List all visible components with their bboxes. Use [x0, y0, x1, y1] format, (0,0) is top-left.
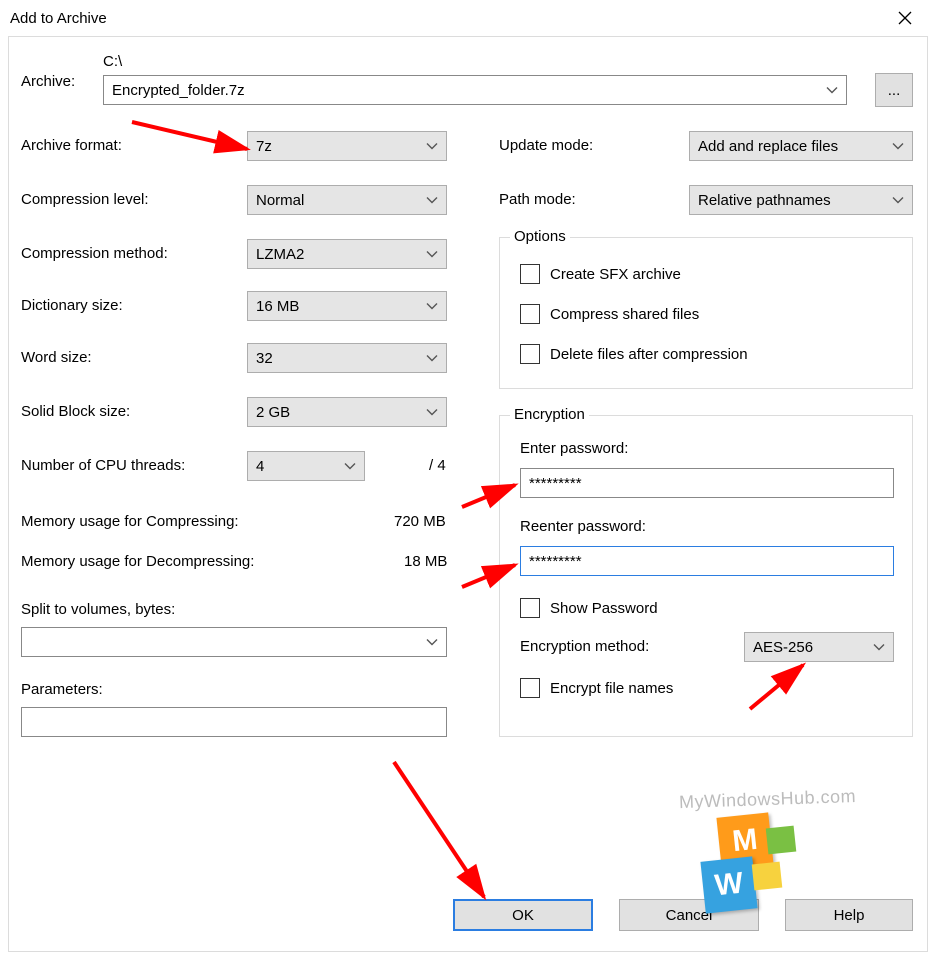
format-label: Archive format: — [21, 137, 122, 154]
encryption-method-value: AES-256 — [753, 639, 813, 656]
watermark-text: MyWindowsHub.com — [679, 786, 857, 813]
show-password-label: Show Password — [550, 600, 658, 617]
format-value: 7z — [256, 138, 272, 155]
cpu-value: 4 — [256, 458, 264, 475]
path-label: Path mode: — [499, 191, 576, 208]
method-dropdown[interactable]: LZMA2 — [247, 239, 447, 269]
archive-path: C:\ — [103, 53, 122, 70]
password-value: ********* — [529, 475, 582, 492]
method-value: LZMA2 — [256, 246, 304, 263]
cpu-dropdown[interactable]: 4 — [247, 451, 365, 481]
reenter-password-value: ********* — [529, 553, 582, 570]
level-value: Normal — [256, 192, 304, 209]
split-input[interactable] — [21, 627, 447, 657]
encryption-legend: Encryption — [510, 406, 589, 423]
watermark-logo-w: W — [700, 856, 757, 913]
chevron-down-icon — [426, 404, 438, 421]
mem-comp-value: 720 MB — [394, 513, 446, 530]
shared-label: Compress shared files — [550, 306, 699, 323]
dict-dropdown[interactable]: 16 MB — [247, 291, 447, 321]
close-icon — [898, 11, 912, 25]
chevron-down-icon — [873, 639, 885, 656]
path-dropdown[interactable]: Relative pathnames — [689, 185, 913, 215]
show-password-checkbox[interactable] — [520, 598, 540, 618]
dict-value: 16 MB — [256, 298, 299, 315]
archive-label: Archive: — [21, 73, 75, 90]
mem-comp-label: Memory usage for Compressing: — [21, 513, 239, 530]
method-label: Compression method: — [21, 245, 168, 262]
word-value: 32 — [256, 350, 273, 367]
params-input[interactable] — [21, 707, 447, 737]
browse-button[interactable]: ... — [875, 73, 913, 107]
chevron-down-icon — [892, 138, 904, 155]
solid-value: 2 GB — [256, 404, 290, 421]
format-dropdown[interactable]: 7z — [247, 131, 447, 161]
archive-filename-input[interactable]: Encrypted_folder.7z — [103, 75, 847, 105]
shared-checkbox[interactable] — [520, 304, 540, 324]
mem-decomp-value: 18 MB — [404, 553, 447, 570]
watermark-logo-tile — [752, 862, 783, 891]
delete-label: Delete files after compression — [550, 346, 748, 363]
level-label: Compression level: — [21, 191, 149, 208]
solid-label: Solid Block size: — [21, 403, 130, 420]
options-legend: Options — [510, 228, 570, 245]
solid-dropdown[interactable]: 2 GB — [247, 397, 447, 427]
ok-button[interactable]: OK — [453, 899, 593, 931]
close-button[interactable] — [882, 3, 928, 33]
sfx-checkbox[interactable] — [520, 264, 540, 284]
cpu-total: / 4 — [429, 457, 446, 474]
window-title: Add to Archive — [10, 10, 107, 27]
chevron-down-icon — [892, 192, 904, 209]
help-button[interactable]: Help — [785, 899, 913, 931]
mem-decomp-label: Memory usage for Decompressing: — [21, 553, 254, 570]
reenter-password-label: Reenter password: — [520, 518, 646, 535]
enter-password-label: Enter password: — [520, 440, 628, 457]
dict-label: Dictionary size: — [21, 297, 123, 314]
arrow-icon — [389, 757, 509, 917]
chevron-down-icon — [826, 82, 838, 99]
update-label: Update mode: — [499, 137, 593, 154]
word-label: Word size: — [21, 349, 92, 366]
chevron-down-icon — [426, 246, 438, 263]
reenter-password-input[interactable]: ********* — [520, 546, 894, 576]
cpu-label: Number of CPU threads: — [21, 457, 185, 474]
level-dropdown[interactable]: Normal — [247, 185, 447, 215]
encryption-method-dropdown[interactable]: AES-256 — [744, 632, 894, 662]
update-value: Add and replace files — [698, 138, 838, 155]
path-value: Relative pathnames — [698, 192, 831, 209]
watermark-logo-tile — [766, 826, 797, 855]
chevron-down-icon — [344, 458, 356, 475]
word-dropdown[interactable]: 32 — [247, 343, 447, 373]
split-label: Split to volumes, bytes: — [21, 601, 175, 618]
chevron-down-icon — [426, 298, 438, 315]
options-group: Options Create SFX archive Compress shar… — [499, 237, 913, 389]
chevron-down-icon — [426, 192, 438, 209]
encrypt-filenames-label: Encrypt file names — [550, 680, 673, 697]
delete-checkbox[interactable] — [520, 344, 540, 364]
update-dropdown[interactable]: Add and replace files — [689, 131, 913, 161]
encryption-method-label: Encryption method: — [520, 638, 649, 655]
chevron-down-icon — [426, 350, 438, 367]
arrow-icon — [127, 117, 267, 167]
chevron-down-icon — [426, 138, 438, 155]
password-input[interactable]: ********* — [520, 468, 894, 498]
encrypt-filenames-checkbox[interactable] — [520, 678, 540, 698]
archive-filename-text: Encrypted_folder.7z — [112, 82, 245, 99]
sfx-label: Create SFX archive — [550, 266, 681, 283]
params-label: Parameters: — [21, 681, 103, 698]
chevron-down-icon — [426, 634, 438, 651]
encryption-group: Encryption Enter password: ********* Ree… — [499, 415, 913, 737]
